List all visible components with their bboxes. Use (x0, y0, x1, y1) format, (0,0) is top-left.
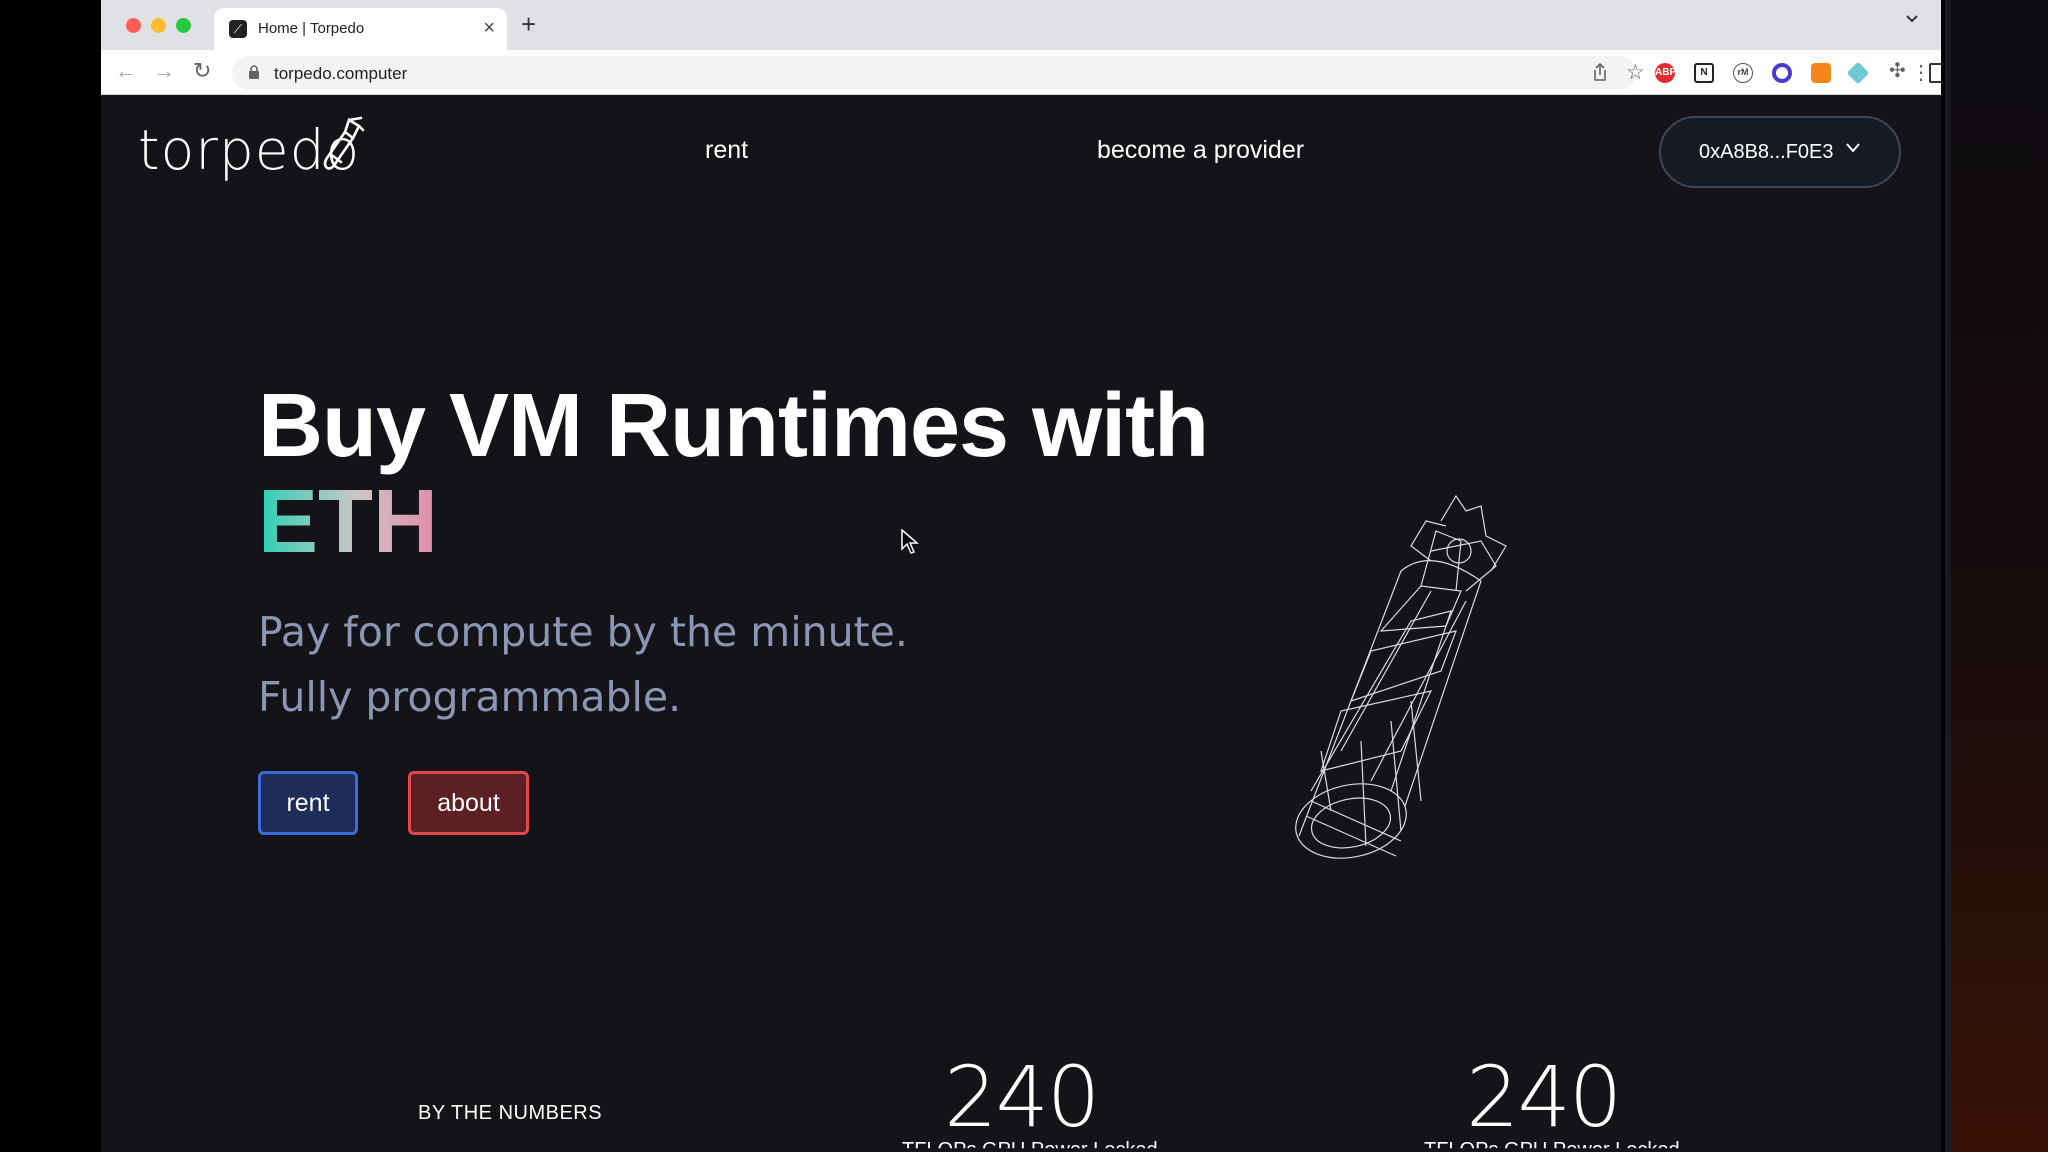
by-the-numbers-label: BY THE NUMBERS (418, 1102, 603, 1124)
tab-close-icon[interactable]: × (483, 16, 495, 40)
minimize-window-button[interactable] (151, 18, 166, 33)
browser-tab-active[interactable]: ⟋ Home | Torpedo × (214, 8, 507, 50)
wallet-address: 0xA8B8...F0E3 (1699, 141, 1834, 163)
browser-toolbar: ← → ↻ torpedo.computer ☆ ABP N rM ✣ A (101, 50, 1941, 95)
stat-number: 240 (1466, 1048, 1622, 1146)
abp-icon[interactable]: ABP (1655, 63, 1676, 83)
hero-subtitle-line2: Fully programmable. (258, 673, 682, 721)
torpedo-favicon-icon: ⟋ (229, 20, 247, 38)
wallet-connect-button[interactable]: 0xA8B8...F0E3 (1659, 116, 1901, 188)
close-window-button[interactable] (126, 18, 141, 33)
forward-arrow-icon[interactable]: → (153, 58, 175, 84)
mouse-pointer-icon (901, 529, 919, 554)
circle-ext-icon[interactable] (1772, 63, 1792, 83)
tab-strip: ⟋ Home | Torpedo × + (101, 0, 1941, 50)
hero-subtitle-line1: Pay for compute by the minute. (258, 608, 908, 656)
about-button[interactable]: about (408, 771, 529, 835)
maximize-window-button[interactable] (176, 18, 191, 33)
notion-icon[interactable]: N (1694, 63, 1714, 83)
page-content: torpedo rent become a provider 0xA8B8...… (101, 96, 1941, 1152)
rm-icon[interactable]: rM (1733, 63, 1753, 83)
hero-accent-eth: ETH (258, 472, 438, 572)
hero-title: Buy VM Runtimes with (258, 376, 1209, 476)
address-bar[interactable]: torpedo.computer ☆ (232, 56, 1645, 90)
browser-window: ⟋ Home | Torpedo × + ← → ↻ torpedo.compu… (101, 0, 1941, 1152)
chevron-down-icon (1846, 143, 1860, 153)
desktop-background (1945, 0, 2048, 1152)
reload-icon[interactable]: ↻ (193, 58, 211, 84)
diamond-ext-icon[interactable] (1846, 61, 1870, 85)
tab-search-chevron-icon[interactable] (1905, 14, 1919, 24)
chrome-menu-icon[interactable]: ⋮ (1911, 60, 1931, 85)
lock-icon (249, 65, 259, 79)
back-arrow-icon[interactable]: ← (115, 58, 137, 84)
metamask-icon[interactable] (1811, 63, 1831, 83)
torpedo-wireframe-illustration (1295, 494, 1507, 859)
tab-title: Home | Torpedo (258, 20, 365, 37)
stat-number: 240 (944, 1048, 1100, 1146)
share-icon[interactable] (1592, 62, 1608, 82)
rent-button[interactable]: rent (258, 771, 358, 835)
stat-caption: TFLOPs GPU Power Locked (1424, 1139, 1680, 1152)
bookmark-star-icon[interactable]: ☆ (1626, 60, 1645, 85)
nav-become-provider-link[interactable]: become a provider (1097, 136, 1304, 165)
url-text: torpedo.computer (274, 64, 408, 83)
stat-caption: TFLOPs GPU Power Locked (902, 1139, 1158, 1152)
nav-rent-link[interactable]: rent (705, 136, 748, 165)
new-tab-icon[interactable]: + (521, 11, 536, 37)
puzzle-icon[interactable]: ✣ (1889, 58, 1906, 84)
torpedo-logo-icon (323, 116, 365, 170)
